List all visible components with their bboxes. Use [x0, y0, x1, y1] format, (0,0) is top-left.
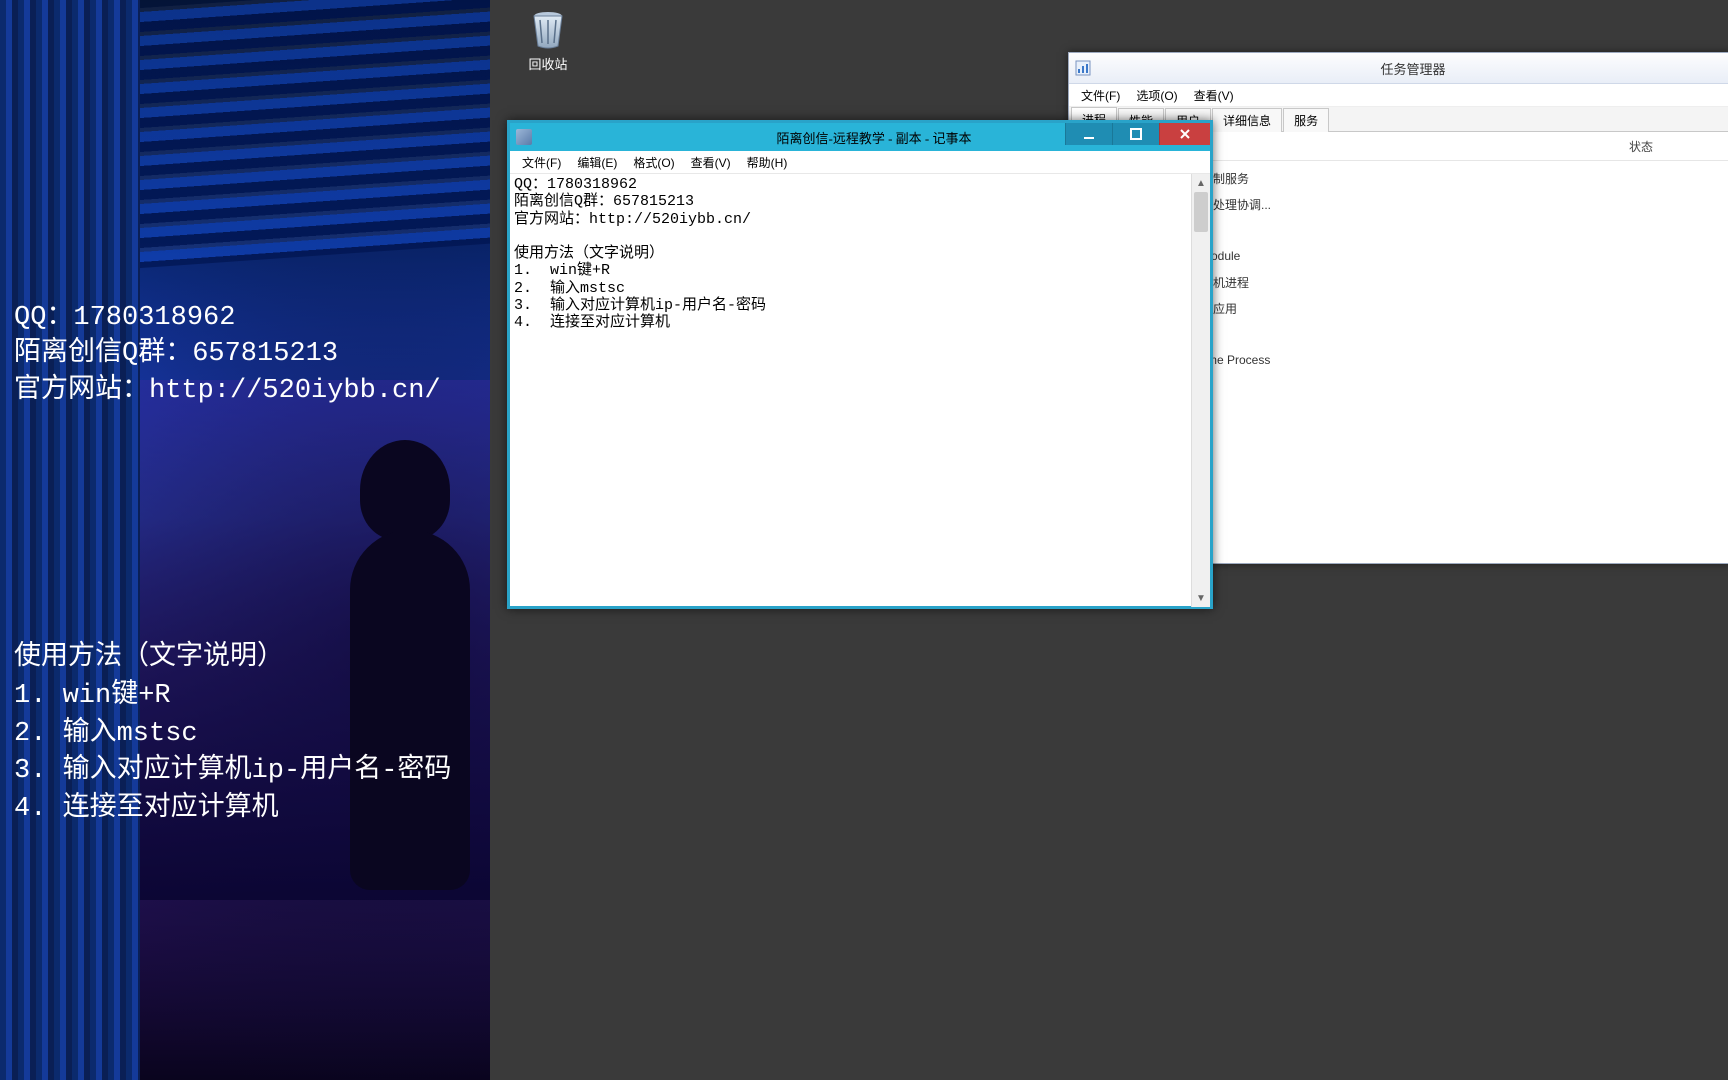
- notepad-menu-3[interactable]: 查看(V): [683, 152, 739, 173]
- taskmgr-tab-3[interactable]: 详细信息: [1212, 108, 1282, 132]
- curtain-decor: [0, 0, 140, 1080]
- overlay-line: 3. 输入对应计算机ip-用户名-密码: [14, 753, 474, 791]
- recycle-bin-label: 回收站: [510, 54, 586, 73]
- notepad-titlebar[interactable]: 陌离创信-远程教学 - 副本 - 记事本: [510, 123, 1210, 151]
- overlay-instructions-block: 使用方法（文字说明）1. win键+R2. 输入mstsc3. 输入对应计算机i…: [14, 640, 474, 829]
- taskmgr-icon: [1075, 60, 1091, 76]
- taskmgr-titlebar[interactable]: 任务管理器: [1069, 53, 1728, 84]
- taskmgr-menu-0[interactable]: 文件(F): [1073, 85, 1128, 106]
- notepad-scrollbar[interactable]: ▲ ▼: [1191, 174, 1210, 607]
- overlay-line: 官方网站：http://520iybb.cn/: [14, 373, 474, 409]
- desktop[interactable]: 回收站 任务管理器 文件(F)选项(O)查看(V) 进程性能用户详细信息服务 名…: [490, 0, 1728, 1080]
- close-button[interactable]: [1159, 123, 1210, 145]
- left-art-panel: QQ：1780318962陌离创信Q群：657815213官方网站：http:/…: [0, 0, 490, 1080]
- scroll-thumb[interactable]: [1194, 192, 1208, 232]
- minimize-button[interactable]: [1065, 123, 1112, 145]
- taskmgr-tab-4[interactable]: 服务: [1283, 108, 1329, 132]
- overlay-line: 4. 连接至对应计算机: [14, 791, 474, 829]
- taskmgr-menubar: 文件(F)选项(O)查看(V): [1069, 84, 1728, 107]
- scroll-up-icon[interactable]: ▲: [1192, 174, 1210, 192]
- taskmgr-title: 任务管理器: [1097, 59, 1728, 78]
- taskmgr-menu-2[interactable]: 查看(V): [1186, 85, 1242, 106]
- notepad-menu-2[interactable]: 格式(O): [625, 152, 682, 173]
- maximize-button[interactable]: [1112, 123, 1159, 145]
- scroll-down-icon[interactable]: ▼: [1192, 589, 1210, 607]
- overlay-line: 使用方法（文字说明）: [14, 640, 474, 678]
- notepad-icon: [516, 129, 532, 145]
- overlay-contact-block: QQ：1780318962陌离创信Q群：657815213官方网站：http:/…: [14, 300, 474, 409]
- trash-icon: [526, 6, 570, 50]
- notepad-menu-1[interactable]: 编辑(E): [569, 152, 625, 173]
- taskmgr-col-status[interactable]: 状态: [1629, 138, 1728, 155]
- overlay-line: 陌离创信Q群：657815213: [14, 336, 474, 372]
- notepad-menu-0[interactable]: 文件(F): [514, 152, 569, 173]
- recycle-bin-icon[interactable]: 回收站: [510, 6, 586, 73]
- taskmgr-menu-1[interactable]: 选项(O): [1128, 85, 1185, 106]
- overlay-line: QQ：1780318962: [14, 300, 474, 336]
- notepad-menubar: 文件(F)编辑(E)格式(O)查看(V)帮助(H): [510, 151, 1210, 174]
- notepad-text-area[interactable]: QQ：1780318962 陌离创信Q群：657815213 官方网站：http…: [510, 174, 1192, 607]
- overlay-line: 2. 输入mstsc: [14, 716, 474, 754]
- notepad-menu-4[interactable]: 帮助(H): [739, 152, 796, 173]
- overlay-line: 1. win键+R: [14, 678, 474, 716]
- notepad-window[interactable]: 陌离创信-远程教学 - 副本 - 记事本 文件(F)编辑(E)格式(O)查看(V…: [507, 120, 1213, 609]
